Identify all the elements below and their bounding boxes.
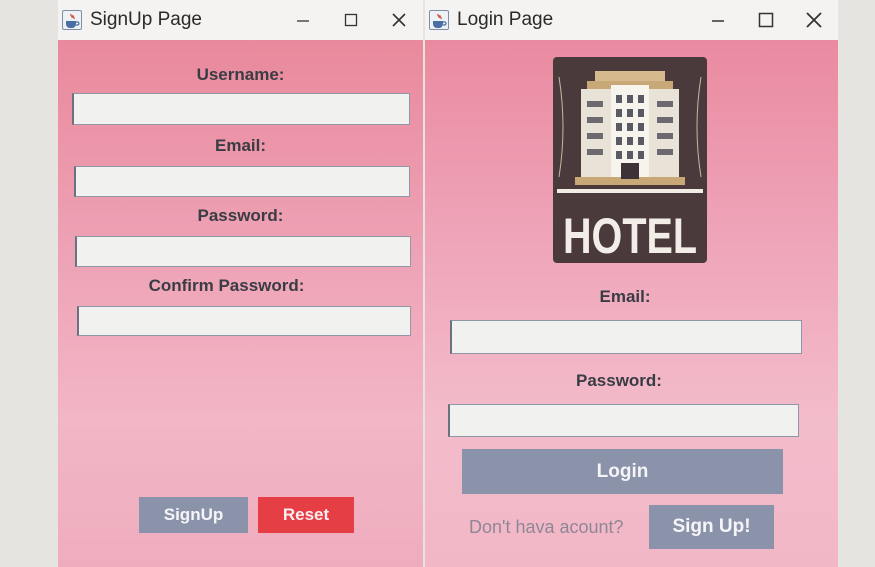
login-email-label: Email: (599, 287, 651, 306)
minimize-icon[interactable] (279, 0, 327, 40)
minimize-icon[interactable] (694, 0, 742, 40)
close-icon[interactable] (375, 0, 423, 40)
login-password-label: Password: (576, 371, 662, 390)
signup-titlebar[interactable]: SignUp Page (58, 0, 423, 40)
login-window: Login Page HOTEL Email: Password: Login … (425, 0, 838, 567)
maximize-icon[interactable] (742, 0, 790, 40)
login-form: HOTEL Email: Password: Login Don't hava … (425, 40, 838, 567)
signup-password-input[interactable] (75, 236, 411, 267)
java-coffee-cup-icon (62, 10, 82, 30)
close-icon[interactable] (790, 0, 838, 40)
signup-window-title: SignUp Page (90, 9, 202, 30)
hotel-logo: HOTEL (553, 57, 707, 263)
no-account-text: Don't hava acount? (469, 517, 624, 537)
signup-window: SignUp Page Username: Email: Password: C… (58, 0, 423, 567)
hotel-logo-text: HOTEL (563, 208, 697, 263)
signup-email-label: Email: (214, 136, 267, 155)
username-label: Username: (196, 65, 285, 84)
username-input[interactable] (72, 93, 410, 125)
login-window-title: Login Page (457, 9, 554, 30)
signup-password-label: Password: (197, 206, 284, 225)
signup-form: Username: Email: Password: Confirm Passw… (58, 40, 423, 567)
signup-email-input[interactable] (74, 166, 410, 197)
maximize-icon[interactable] (327, 0, 375, 40)
login-password-input[interactable] (448, 404, 799, 437)
signup-button[interactable]: SignUp (139, 497, 248, 533)
signup-link-button[interactable]: Sign Up! (649, 505, 774, 549)
confirm-password-label: Confirm Password: (148, 276, 305, 295)
reset-button[interactable]: Reset (258, 497, 354, 533)
login-email-input[interactable] (450, 320, 802, 354)
confirm-password-input[interactable] (77, 306, 411, 336)
login-button[interactable]: Login (462, 449, 783, 494)
login-titlebar[interactable]: Login Page (425, 0, 838, 40)
java-coffee-cup-icon (429, 10, 449, 30)
